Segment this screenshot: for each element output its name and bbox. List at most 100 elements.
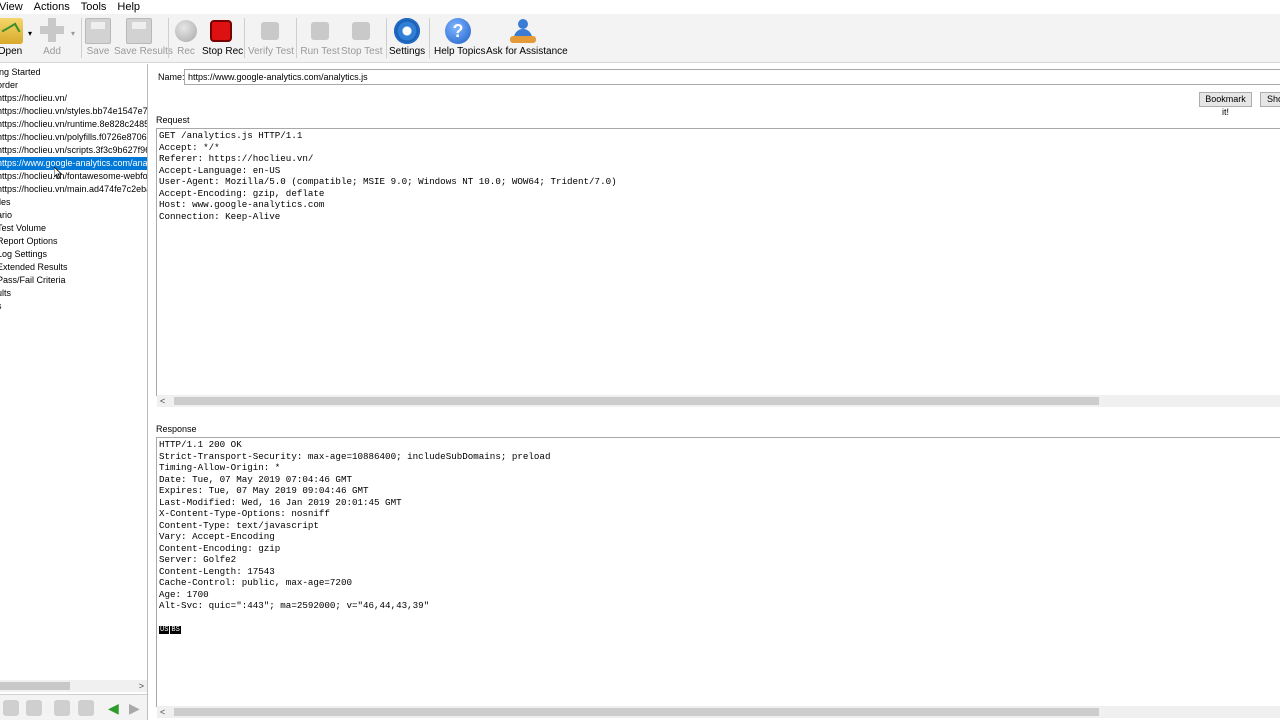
tree-item-label: https://hoclieu.vn/polyfills.f0726e87068: [0, 132, 147, 142]
bookmark-button[interactable]: Bookmark it!: [1199, 92, 1252, 117]
run-test-icon: [307, 18, 333, 44]
toolbar-separator: [386, 18, 387, 58]
stop-test-icon: [348, 18, 374, 44]
tree-item-label: ario: [0, 210, 13, 220]
tree-item-label: https://hoclieu.vn/runtime.8e828c2485: [0, 119, 147, 129]
scrollbar-thumb[interactable]: [0, 682, 70, 690]
request-label: Request: [156, 115, 190, 125]
add-button[interactable]: Add: [38, 18, 66, 60]
menu-bar: View Actions Tools Help: [0, 0, 1280, 14]
tree-item[interactable]: order: [0, 79, 147, 92]
stop-square-icon: [210, 20, 232, 42]
menu-view[interactable]: View: [0, 0, 30, 14]
menu-tools[interactable]: Tools: [77, 0, 114, 14]
toolbar-separator: [81, 18, 82, 58]
tree-item-label: Report Options: [0, 236, 58, 246]
toolbar-separator: [429, 18, 430, 58]
tree-item[interactable]: Extended Results: [0, 261, 147, 274]
tree-item-label: ults: [0, 288, 12, 298]
save-button[interactable]: Save: [84, 18, 112, 60]
tree-tool-icon[interactable]: [78, 700, 94, 716]
settings-button[interactable]: Settings: [389, 18, 425, 60]
toolbar-separator: [244, 18, 245, 58]
tree-item-label: Extended Results: [0, 262, 68, 272]
tree-horizontal-scrollbar[interactable]: >: [0, 680, 147, 692]
response-textarea[interactable]: HTTP/1.1 200 OK Strict-Transport-Securit…: [156, 437, 1280, 707]
gear-icon: [394, 18, 420, 44]
assistance-person-icon: [510, 18, 536, 44]
open-button[interactable]: Open: [0, 18, 24, 60]
request-details-panel: Name: https://www.google-analytics.com/a…: [149, 64, 1280, 720]
tree-item[interactable]: https://hoclieu.vn/scripts.3f3c9b627f96: [0, 144, 147, 157]
tree-item[interactable]: https://hoclieu.vn/runtime.8e828c2485: [0, 118, 147, 131]
scroll-left-arrow-icon[interactable]: <: [160, 706, 165, 718]
toolbar-separator: [296, 18, 297, 58]
tree-item[interactable]: iles: [0, 196, 147, 209]
encoding-badge: US: [159, 626, 170, 634]
menu-actions[interactable]: Actions: [30, 0, 77, 14]
tree-item[interactable]: https://www.google-analytics.com/ana: [0, 157, 147, 170]
tree-item-label: order: [0, 80, 19, 90]
open-folder-icon: [0, 18, 23, 44]
tree-item-label: Log Settings: [0, 249, 48, 259]
add-plus-icon: [39, 18, 65, 44]
tree-item[interactable]: ing Started: [0, 66, 147, 79]
tree-item[interactable]: https://hoclieu.vn/polyfills.f0726e87068: [0, 131, 147, 144]
record-circle-icon: [175, 20, 197, 42]
tree-item[interactable]: https://hoclieu.vn/styles.bb74e1547e73: [0, 105, 147, 118]
tree-item-label: Test Volume: [0, 223, 47, 233]
response-label: Response: [156, 424, 197, 434]
tree-item[interactable]: https://hoclieu.vn/fontawesome-webfo: [0, 170, 147, 183]
tree-tool-icon[interactable]: [54, 700, 70, 716]
scrollbar-thumb[interactable]: [174, 708, 1099, 716]
request-horizontal-scrollbar[interactable]: <: [157, 395, 1280, 407]
toolbar-separator: [168, 18, 169, 58]
tree-item-label: https://hoclieu.vn/styles.bb74e1547e73: [0, 106, 147, 116]
tree-item-label: https://hoclieu.vn/: [0, 93, 68, 103]
tree-item-label: s: [0, 301, 2, 311]
help-question-icon: ?: [445, 18, 471, 44]
tree-tool-icon[interactable]: [26, 700, 42, 716]
show-button[interactable]: Sho: [1260, 92, 1280, 107]
tree-item[interactable]: Test Volume: [0, 222, 147, 235]
help-topics-button[interactable]: ? Help Topics: [434, 18, 486, 60]
tree-item[interactable]: https://hoclieu.vn/main.ad474fe7c2eba: [0, 183, 147, 196]
tree-bottom-toolbar: ◀ ▶: [0, 694, 147, 720]
scrollbar-thumb[interactable]: [174, 397, 1099, 405]
tree-item-label: https://www.google-analytics.com/ana: [0, 158, 147, 168]
tree-item[interactable]: Report Options: [0, 235, 147, 248]
stop-rec-button[interactable]: Stop Rec: [202, 18, 243, 60]
save-results-button[interactable]: Save Results: [114, 18, 173, 60]
tree-item[interactable]: Pass/Fail Criteria: [0, 274, 147, 287]
response-text: HTTP/1.1 200 OK Strict-Transport-Securit…: [159, 439, 551, 611]
forward-arrow-icon[interactable]: ▶: [129, 700, 145, 716]
toolbar: Open ▾ Add ▾ Save Save Results Rec Stop …: [0, 14, 1280, 63]
save-results-disk-icon: [126, 18, 152, 44]
scroll-left-arrow-icon[interactable]: <: [160, 395, 165, 407]
scroll-right-arrow-icon[interactable]: >: [139, 680, 144, 692]
tree-item[interactable]: Log Settings: [0, 248, 147, 261]
name-label: Name:: [158, 72, 185, 82]
run-test-button[interactable]: Run Test: [300, 18, 340, 60]
menu-help[interactable]: Help: [113, 0, 147, 14]
verify-test-button[interactable]: Verify Test: [248, 18, 294, 60]
tree-item-label: Pass/Fail Criteria: [0, 275, 66, 285]
name-field[interactable]: https://www.google-analytics.com/analyti…: [184, 69, 1280, 85]
stop-test-button[interactable]: Stop Test: [341, 18, 383, 60]
tree-item[interactable]: ario: [0, 209, 147, 222]
ask-assistance-button[interactable]: Ask for Assistance: [486, 18, 568, 60]
response-horizontal-scrollbar[interactable]: <: [157, 706, 1280, 718]
encoding-badge: BS: [170, 626, 181, 634]
tree-item-label: https://hoclieu.vn/scripts.3f3c9b627f96: [0, 145, 147, 155]
save-disk-icon: [85, 18, 111, 44]
request-textarea[interactable]: GET /analytics.js HTTP/1.1 Accept: */* R…: [156, 128, 1280, 396]
tree-item[interactable]: https://hoclieu.vn/: [0, 92, 147, 105]
tree-item-label: https://hoclieu.vn/main.ad474fe7c2eba: [0, 184, 147, 194]
chevron-down-icon: ▾: [27, 29, 32, 38]
rec-button[interactable]: Rec: [172, 18, 200, 60]
tree-item[interactable]: s: [0, 300, 147, 313]
tree-item[interactable]: ults: [0, 287, 147, 300]
tree-tool-icon[interactable]: [3, 700, 19, 716]
back-arrow-icon[interactable]: ◀: [108, 700, 124, 716]
tree-item-label: iles: [0, 197, 11, 207]
